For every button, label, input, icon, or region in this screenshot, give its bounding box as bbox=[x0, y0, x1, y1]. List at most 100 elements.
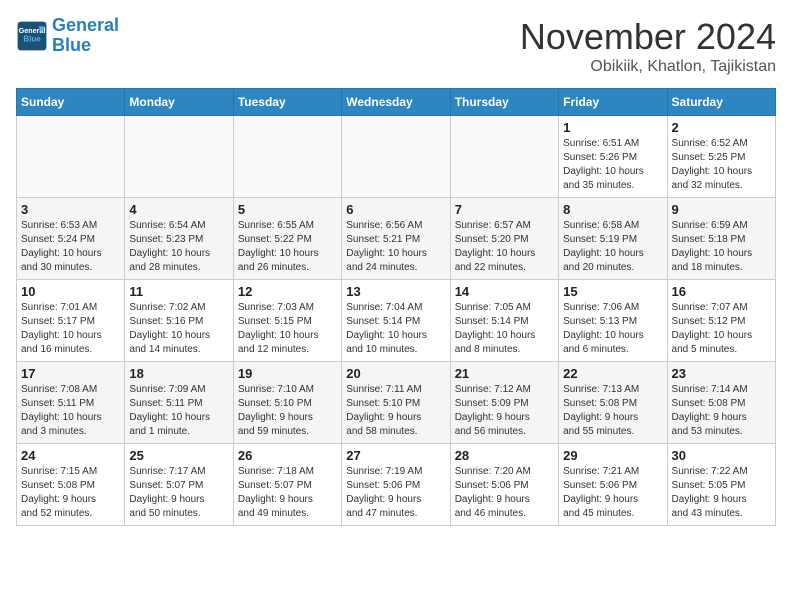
calendar: SundayMondayTuesdayWednesdayThursdayFrid… bbox=[16, 88, 776, 526]
day-number: 29 bbox=[563, 448, 662, 463]
day-number: 15 bbox=[563, 284, 662, 299]
day-number: 21 bbox=[455, 366, 554, 381]
calendar-cell bbox=[342, 116, 450, 198]
day-number: 5 bbox=[238, 202, 337, 217]
calendar-cell: 23 Sunrise: 7:14 AM Sunset: 5:08 PM Dayli… bbox=[667, 362, 775, 444]
day-info: Sunrise: 7:15 AM Sunset: 5:08 PM Dayligh… bbox=[21, 465, 120, 521]
day-info: Sunrise: 7:17 AM Sunset: 5:07 PM Dayligh… bbox=[129, 465, 228, 521]
day-info: Sunrise: 7:08 AM Sunset: 5:11 PM Dayligh… bbox=[21, 383, 120, 439]
day-info: Sunrise: 7:14 AM Sunset: 5:08 PM Dayligh… bbox=[672, 383, 771, 439]
calendar-cell: 7 Sunrise: 6:57 AM Sunset: 5:20 PM Daylig… bbox=[450, 198, 558, 280]
calendar-cell: 16 Sunrise: 7:07 AM Sunset: 5:12 PM Dayli… bbox=[667, 280, 775, 362]
calendar-week-5: 24 Sunrise: 7:15 AM Sunset: 5:08 PM Dayli… bbox=[17, 444, 776, 526]
day-number: 10 bbox=[21, 284, 120, 299]
weekday-header-friday: Friday bbox=[559, 89, 667, 116]
calendar-cell: 25 Sunrise: 7:17 AM Sunset: 5:07 PM Dayli… bbox=[125, 444, 233, 526]
calendar-week-1: 1 Sunrise: 6:51 AM Sunset: 5:26 PM Daylig… bbox=[17, 116, 776, 198]
calendar-cell: 18 Sunrise: 7:09 AM Sunset: 5:11 PM Dayli… bbox=[125, 362, 233, 444]
day-number: 16 bbox=[672, 284, 771, 299]
calendar-cell: 1 Sunrise: 6:51 AM Sunset: 5:26 PM Daylig… bbox=[559, 116, 667, 198]
day-info: Sunrise: 7:18 AM Sunset: 5:07 PM Dayligh… bbox=[238, 465, 337, 521]
location-subtitle: Obikiik, Khatlon, Tajikistan bbox=[520, 58, 776, 76]
logo-icon: General Blue bbox=[16, 20, 48, 52]
day-number: 8 bbox=[563, 202, 662, 217]
day-number: 26 bbox=[238, 448, 337, 463]
day-info: Sunrise: 6:52 AM Sunset: 5:25 PM Dayligh… bbox=[672, 137, 771, 193]
day-info: Sunrise: 7:21 AM Sunset: 5:06 PM Dayligh… bbox=[563, 465, 662, 521]
day-info: Sunrise: 6:59 AM Sunset: 5:18 PM Dayligh… bbox=[672, 219, 771, 275]
weekday-header-tuesday: Tuesday bbox=[233, 89, 341, 116]
day-number: 20 bbox=[346, 366, 445, 381]
day-info: Sunrise: 7:01 AM Sunset: 5:17 PM Dayligh… bbox=[21, 301, 120, 357]
day-info: Sunrise: 7:06 AM Sunset: 5:13 PM Dayligh… bbox=[563, 301, 662, 357]
title-area: November 2024 Obikiik, Khatlon, Tajikist… bbox=[520, 16, 776, 76]
day-info: Sunrise: 6:53 AM Sunset: 5:24 PM Dayligh… bbox=[21, 219, 120, 275]
day-info: Sunrise: 7:07 AM Sunset: 5:12 PM Dayligh… bbox=[672, 301, 771, 357]
day-number: 25 bbox=[129, 448, 228, 463]
day-info: Sunrise: 7:03 AM Sunset: 5:15 PM Dayligh… bbox=[238, 301, 337, 357]
day-number: 27 bbox=[346, 448, 445, 463]
calendar-cell: 11 Sunrise: 7:02 AM Sunset: 5:16 PM Dayli… bbox=[125, 280, 233, 362]
calendar-cell: 19Sunrise: 7:10 AM Sunset: 5:10 PM Dayli… bbox=[233, 362, 341, 444]
day-number: 4 bbox=[129, 202, 228, 217]
day-number: 23 bbox=[672, 366, 771, 381]
header: General Blue General Blue November 2024 … bbox=[16, 16, 776, 76]
day-number: 30 bbox=[672, 448, 771, 463]
day-number: 22 bbox=[563, 366, 662, 381]
weekday-header-monday: Monday bbox=[125, 89, 233, 116]
weekday-header-wednesday: Wednesday bbox=[342, 89, 450, 116]
calendar-week-2: 3 Sunrise: 6:53 AM Sunset: 5:24 PM Daylig… bbox=[17, 198, 776, 280]
calendar-cell: 30 Sunrise: 7:22 AM Sunset: 5:05 PM Dayli… bbox=[667, 444, 775, 526]
calendar-cell: 27 Sunrise: 7:19 AM Sunset: 5:06 PM Dayli… bbox=[342, 444, 450, 526]
day-number: 24 bbox=[21, 448, 120, 463]
day-number: 1 bbox=[563, 120, 662, 135]
calendar-cell: 22 Sunrise: 7:13 AM Sunset: 5:08 PM Dayli… bbox=[559, 362, 667, 444]
calendar-cell: 20Sunrise: 7:11 AM Sunset: 5:10 PM Dayli… bbox=[342, 362, 450, 444]
day-info: Sunrise: 7:09 AM Sunset: 5:11 PM Dayligh… bbox=[129, 383, 228, 439]
calendar-cell bbox=[450, 116, 558, 198]
month-title: November 2024 bbox=[520, 16, 776, 58]
weekday-header-saturday: Saturday bbox=[667, 89, 775, 116]
calendar-cell: 15 Sunrise: 7:06 AM Sunset: 5:13 PM Dayli… bbox=[559, 280, 667, 362]
day-info: Sunrise: 6:54 AM Sunset: 5:23 PM Dayligh… bbox=[129, 219, 228, 275]
day-number: 6 bbox=[346, 202, 445, 217]
day-number: 14 bbox=[455, 284, 554, 299]
calendar-week-4: 17 Sunrise: 7:08 AM Sunset: 5:11 PM Dayli… bbox=[17, 362, 776, 444]
calendar-cell bbox=[233, 116, 341, 198]
day-info: Sunrise: 7:05 AM Sunset: 5:14 PM Dayligh… bbox=[455, 301, 554, 357]
calendar-cell: 9Sunrise: 6:59 AM Sunset: 5:18 PM Daylig… bbox=[667, 198, 775, 280]
calendar-cell bbox=[125, 116, 233, 198]
calendar-cell: 5 Sunrise: 6:55 AM Sunset: 5:22 PM Daylig… bbox=[233, 198, 341, 280]
logo-line1: General bbox=[52, 15, 119, 35]
calendar-cell: 17 Sunrise: 7:08 AM Sunset: 5:11 PM Dayli… bbox=[17, 362, 125, 444]
calendar-cell: 4 Sunrise: 6:54 AM Sunset: 5:23 PM Daylig… bbox=[125, 198, 233, 280]
day-info: Sunrise: 7:02 AM Sunset: 5:16 PM Dayligh… bbox=[129, 301, 228, 357]
day-info: Sunrise: 6:55 AM Sunset: 5:22 PM Dayligh… bbox=[238, 219, 337, 275]
day-number: 17 bbox=[21, 366, 120, 381]
calendar-cell: 21 Sunrise: 7:12 AM Sunset: 5:09 PM Dayli… bbox=[450, 362, 558, 444]
calendar-cell: 6Sunrise: 6:56 AM Sunset: 5:21 PM Daylig… bbox=[342, 198, 450, 280]
day-info: Sunrise: 7:12 AM Sunset: 5:09 PM Dayligh… bbox=[455, 383, 554, 439]
day-info: Sunrise: 7:22 AM Sunset: 5:05 PM Dayligh… bbox=[672, 465, 771, 521]
calendar-cell: 28Sunrise: 7:20 AM Sunset: 5:06 PM Dayli… bbox=[450, 444, 558, 526]
day-info: Sunrise: 7:13 AM Sunset: 5:08 PM Dayligh… bbox=[563, 383, 662, 439]
calendar-week-3: 10 Sunrise: 7:01 AM Sunset: 5:17 PM Dayli… bbox=[17, 280, 776, 362]
calendar-cell: 29 Sunrise: 7:21 AM Sunset: 5:06 PM Dayli… bbox=[559, 444, 667, 526]
day-info: Sunrise: 6:57 AM Sunset: 5:20 PM Dayligh… bbox=[455, 219, 554, 275]
logo-text: General Blue bbox=[52, 16, 119, 56]
day-info: Sunrise: 6:58 AM Sunset: 5:19 PM Dayligh… bbox=[563, 219, 662, 275]
calendar-cell: 14 Sunrise: 7:05 AM Sunset: 5:14 PM Dayli… bbox=[450, 280, 558, 362]
day-number: 2 bbox=[672, 120, 771, 135]
day-number: 3 bbox=[21, 202, 120, 217]
day-number: 18 bbox=[129, 366, 228, 381]
weekday-header-row: SundayMondayTuesdayWednesdayThursdayFrid… bbox=[17, 89, 776, 116]
calendar-cell bbox=[17, 116, 125, 198]
day-number: 12 bbox=[238, 284, 337, 299]
day-number: 11 bbox=[129, 284, 228, 299]
calendar-cell: 2 Sunrise: 6:52 AM Sunset: 5:25 PM Daylig… bbox=[667, 116, 775, 198]
logo: General Blue General Blue bbox=[16, 16, 119, 56]
day-number: 7 bbox=[455, 202, 554, 217]
day-info: Sunrise: 6:51 AM Sunset: 5:26 PM Dayligh… bbox=[563, 137, 662, 193]
day-number: 19 bbox=[238, 366, 337, 381]
day-info: Sunrise: 7:19 AM Sunset: 5:06 PM Dayligh… bbox=[346, 465, 445, 521]
